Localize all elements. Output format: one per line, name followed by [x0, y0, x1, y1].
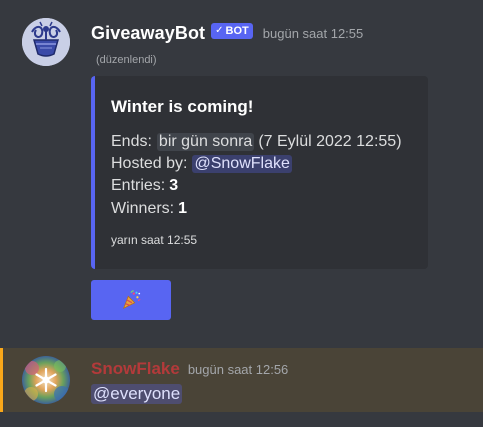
enter-giveaway-button[interactable]	[91, 280, 171, 320]
entries-line: Entries: 3	[111, 177, 178, 195]
host-mention[interactable]: @SnowFlake	[192, 155, 292, 173]
message-timestamp[interactable]: bugün saat 12:55	[263, 26, 363, 41]
entries-label: Entries:	[111, 177, 166, 194]
ends-label: Ends:	[111, 133, 152, 150]
message-header: GiveawayBot ✓ BOT bugün saat 12:55	[91, 21, 363, 45]
message-everyone-mention: SnowFlake bugün saat 12:56 @everyone	[0, 348, 483, 412]
bot-avatar[interactable]	[22, 18, 70, 66]
bot-badge: ✓ BOT	[211, 23, 253, 39]
giveaway-bot-avatar-icon	[22, 18, 70, 66]
author-name[interactable]: GiveawayBot	[91, 23, 205, 44]
ends-relative-time[interactable]: bir gün sonra	[156, 133, 255, 151]
chat-bottom-spacer	[0, 412, 483, 427]
embed-footer-timestamp: yarın saat 12:55	[111, 233, 198, 247]
snowflake-avatar-icon	[22, 356, 70, 404]
winners-line: Winners: 1	[111, 200, 187, 218]
bot-badge-label: BOT	[225, 25, 249, 37]
winners-count: 1	[178, 200, 188, 217]
winners-label: Winners:	[111, 200, 175, 217]
entries-count: 3	[169, 177, 179, 194]
message-timestamp[interactable]: bugün saat 12:56	[188, 362, 288, 377]
embed-accent-bar	[91, 76, 95, 269]
ends-absolute-time: (7 Eylül 2022 12:55)	[258, 133, 402, 150]
message-giveaway: GiveawayBot ✓ BOT bugün saat 12:55 (düze…	[0, 0, 483, 330]
everyone-mention[interactable]: @everyone	[91, 384, 183, 404]
embed-title: Winter is coming!	[111, 97, 254, 116]
party-popper-icon	[122, 290, 141, 310]
edited-indicator: (düzenlendi)	[96, 54, 157, 66]
message-header: SnowFlake bugün saat 12:56	[91, 358, 288, 380]
mention-highlight-bar	[0, 348, 3, 412]
user-avatar[interactable]	[22, 356, 70, 404]
ends-line: Ends: bir gün sonra (7 Eylül 2022 12:55)	[111, 133, 402, 151]
author-name[interactable]: SnowFlake	[91, 359, 180, 379]
hosted-by-line: Hosted by: @SnowFlake	[111, 155, 292, 173]
giveaway-embed: Winter is coming! Ends: bir gün sonra (7…	[91, 76, 428, 269]
hosted-by-label: Hosted by:	[111, 155, 188, 172]
verified-check-icon: ✓	[215, 25, 224, 36]
